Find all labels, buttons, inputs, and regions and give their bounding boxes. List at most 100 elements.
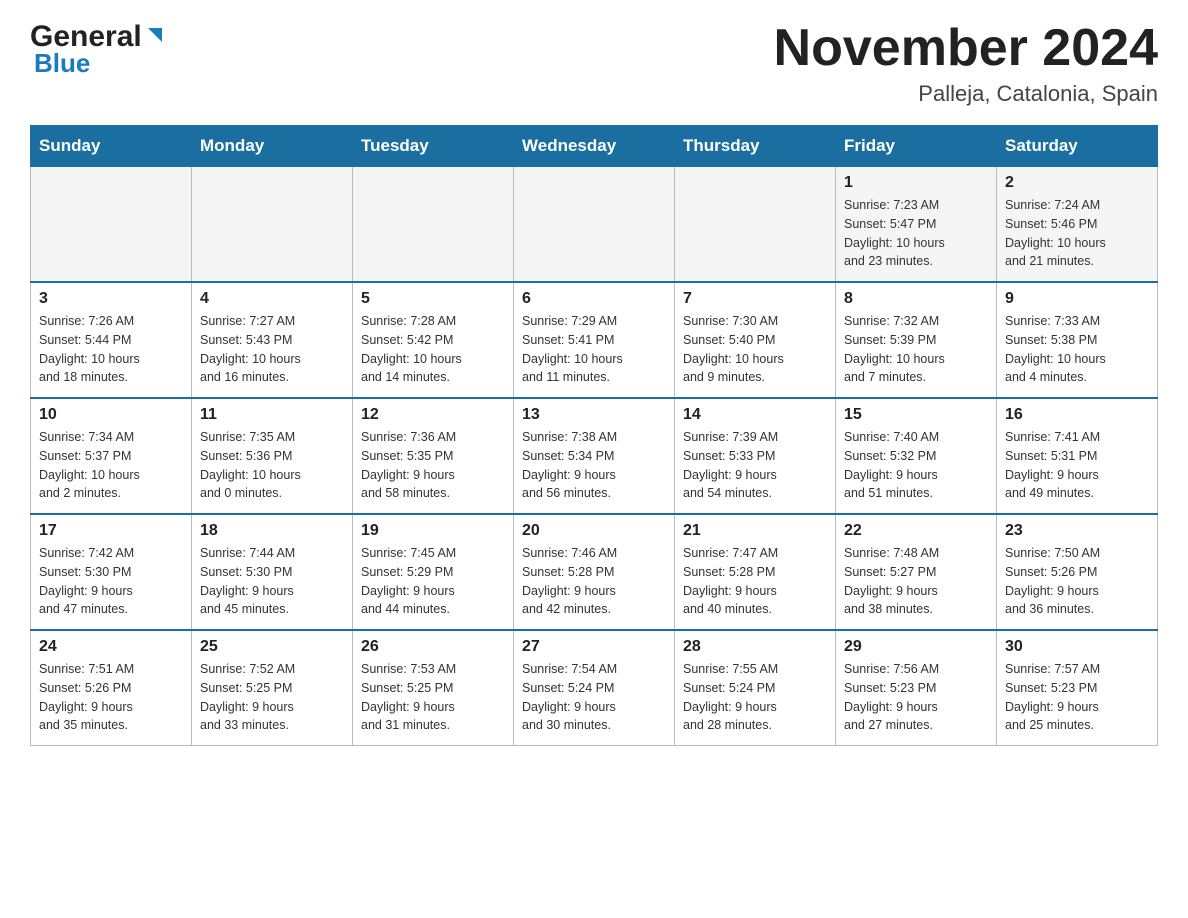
weekday-header-thursday: Thursday xyxy=(675,126,836,167)
day-number: 9 xyxy=(1005,290,1149,308)
day-number: 2 xyxy=(1005,174,1149,192)
page-header: General Blue November 2024 Palleja, Cata… xyxy=(30,20,1158,107)
calendar-cell: 20 Sunrise: 7:46 AM Sunset: 5:28 PM Dayli… xyxy=(514,514,675,630)
calendar-cell: 11Sunrise: 7:35 AM Sunset: 5:36 PM Dayli… xyxy=(192,398,353,514)
day-number: 3 xyxy=(39,290,183,308)
day-number: 11 xyxy=(200,406,344,424)
day-number: 5 xyxy=(361,290,505,308)
day-info: Sunrise: 7:45 AM Sunset: 5:29 PM Dayligh… xyxy=(361,544,505,619)
day-info: Sunrise: 7:23 AM Sunset: 5:47 PM Dayligh… xyxy=(844,196,988,271)
title-area: November 2024 Palleja, Catalonia, Spain xyxy=(774,20,1158,107)
day-number: 17 xyxy=(39,522,183,540)
day-number: 8 xyxy=(844,290,988,308)
day-number: 30 xyxy=(1005,638,1149,656)
calendar-cell: 21 Sunrise: 7:47 AM Sunset: 5:28 PM Dayli… xyxy=(675,514,836,630)
day-info: Sunrise: 7:47 AM Sunset: 5:28 PM Dayligh… xyxy=(683,544,827,619)
day-number: 7 xyxy=(683,290,827,308)
weekday-header-monday: Monday xyxy=(192,126,353,167)
day-number: 28 xyxy=(683,638,827,656)
calendar-cell: 3 Sunrise: 7:26 AM Sunset: 5:44 PM Daylig… xyxy=(31,282,192,398)
calendar-cell: 10 Sunrise: 7:34 AM Sunset: 5:37 PM Dayli… xyxy=(31,398,192,514)
day-info: Sunrise: 7:24 AM Sunset: 5:46 PM Dayligh… xyxy=(1005,196,1149,271)
location-title: Palleja, Catalonia, Spain xyxy=(774,81,1158,107)
day-info: Sunrise: 7:48 AM Sunset: 5:27 PM Dayligh… xyxy=(844,544,988,619)
day-number: 21 xyxy=(683,522,827,540)
day-info: Sunrise: 7:57 AM Sunset: 5:23 PM Dayligh… xyxy=(1005,660,1149,735)
calendar-cell: 24Sunrise: 7:51 AM Sunset: 5:26 PM Dayli… xyxy=(31,630,192,746)
day-info: Sunrise: 7:33 AM Sunset: 5:38 PM Dayligh… xyxy=(1005,312,1149,387)
calendar-cell: 15 Sunrise: 7:40 AM Sunset: 5:32 PM Dayli… xyxy=(836,398,997,514)
day-info: Sunrise: 7:27 AM Sunset: 5:43 PM Dayligh… xyxy=(200,312,344,387)
logo-triangle-icon xyxy=(144,24,166,46)
calendar-week-row: 3 Sunrise: 7:26 AM Sunset: 5:44 PM Daylig… xyxy=(31,282,1158,398)
day-number: 15 xyxy=(844,406,988,424)
day-number: 6 xyxy=(522,290,666,308)
day-number: 1 xyxy=(844,174,988,192)
calendar-cell: 22 Sunrise: 7:48 AM Sunset: 5:27 PM Dayli… xyxy=(836,514,997,630)
day-info: Sunrise: 7:40 AM Sunset: 5:32 PM Dayligh… xyxy=(844,428,988,503)
day-info: Sunrise: 7:36 AM Sunset: 5:35 PM Dayligh… xyxy=(361,428,505,503)
calendar-cell xyxy=(514,167,675,283)
logo: General Blue xyxy=(30,20,166,79)
calendar-cell xyxy=(31,167,192,283)
weekday-header-tuesday: Tuesday xyxy=(353,126,514,167)
day-number: 14 xyxy=(683,406,827,424)
calendar-cell: 18 Sunrise: 7:44 AM Sunset: 5:30 PM Dayli… xyxy=(192,514,353,630)
day-info: Sunrise: 7:39 AM Sunset: 5:33 PM Dayligh… xyxy=(683,428,827,503)
calendar-cell: 13Sunrise: 7:38 AM Sunset: 5:34 PM Dayli… xyxy=(514,398,675,514)
calendar-cell: 17 Sunrise: 7:42 AM Sunset: 5:30 PM Dayli… xyxy=(31,514,192,630)
weekday-header-saturday: Saturday xyxy=(997,126,1158,167)
weekday-header-friday: Friday xyxy=(836,126,997,167)
calendar-cell: 5 Sunrise: 7:28 AM Sunset: 5:42 PM Daylig… xyxy=(353,282,514,398)
day-number: 20 xyxy=(522,522,666,540)
day-number: 22 xyxy=(844,522,988,540)
day-number: 23 xyxy=(1005,522,1149,540)
calendar-cell: 23 Sunrise: 7:50 AM Sunset: 5:26 PM Dayli… xyxy=(997,514,1158,630)
calendar-cell: 19 Sunrise: 7:45 AM Sunset: 5:29 PM Dayli… xyxy=(353,514,514,630)
day-info: Sunrise: 7:56 AM Sunset: 5:23 PM Dayligh… xyxy=(844,660,988,735)
day-info: Sunrise: 7:34 AM Sunset: 5:37 PM Dayligh… xyxy=(39,428,183,503)
calendar-cell: 12 Sunrise: 7:36 AM Sunset: 5:35 PM Dayli… xyxy=(353,398,514,514)
month-title: November 2024 xyxy=(774,20,1158,77)
day-number: 4 xyxy=(200,290,344,308)
calendar-cell: 9 Sunrise: 7:33 AM Sunset: 5:38 PM Daylig… xyxy=(997,282,1158,398)
calendar-week-row: 24Sunrise: 7:51 AM Sunset: 5:26 PM Dayli… xyxy=(31,630,1158,746)
day-number: 10 xyxy=(39,406,183,424)
day-info: Sunrise: 7:50 AM Sunset: 5:26 PM Dayligh… xyxy=(1005,544,1149,619)
calendar-cell: 30 Sunrise: 7:57 AM Sunset: 5:23 PM Dayli… xyxy=(997,630,1158,746)
calendar-cell xyxy=(353,167,514,283)
weekday-header-row: SundayMondayTuesdayWednesdayThursdayFrid… xyxy=(31,126,1158,167)
calendar-cell: 29 Sunrise: 7:56 AM Sunset: 5:23 PM Dayli… xyxy=(836,630,997,746)
day-info: Sunrise: 7:38 AM Sunset: 5:34 PM Dayligh… xyxy=(522,428,666,503)
day-number: 12 xyxy=(361,406,505,424)
day-info: Sunrise: 7:32 AM Sunset: 5:39 PM Dayligh… xyxy=(844,312,988,387)
calendar-cell: 27Sunrise: 7:54 AM Sunset: 5:24 PM Dayli… xyxy=(514,630,675,746)
day-info: Sunrise: 7:30 AM Sunset: 5:40 PM Dayligh… xyxy=(683,312,827,387)
day-info: Sunrise: 7:46 AM Sunset: 5:28 PM Dayligh… xyxy=(522,544,666,619)
calendar-cell: 26 Sunrise: 7:53 AM Sunset: 5:25 PM Dayli… xyxy=(353,630,514,746)
logo-blue: Blue xyxy=(34,48,90,78)
day-number: 19 xyxy=(361,522,505,540)
calendar-cell: 7 Sunrise: 7:30 AM Sunset: 5:40 PM Daylig… xyxy=(675,282,836,398)
day-info: Sunrise: 7:29 AM Sunset: 5:41 PM Dayligh… xyxy=(522,312,666,387)
calendar-cell: 16Sunrise: 7:41 AM Sunset: 5:31 PM Dayli… xyxy=(997,398,1158,514)
day-number: 26 xyxy=(361,638,505,656)
calendar-cell: 14 Sunrise: 7:39 AM Sunset: 5:33 PM Dayli… xyxy=(675,398,836,514)
calendar-cell: 8 Sunrise: 7:32 AM Sunset: 5:39 PM Daylig… xyxy=(836,282,997,398)
day-info: Sunrise: 7:44 AM Sunset: 5:30 PM Dayligh… xyxy=(200,544,344,619)
day-info: Sunrise: 7:53 AM Sunset: 5:25 PM Dayligh… xyxy=(361,660,505,735)
day-number: 27 xyxy=(522,638,666,656)
day-info: Sunrise: 7:42 AM Sunset: 5:30 PM Dayligh… xyxy=(39,544,183,619)
day-number: 25 xyxy=(200,638,344,656)
weekday-header-sunday: Sunday xyxy=(31,126,192,167)
calendar-week-row: 17 Sunrise: 7:42 AM Sunset: 5:30 PM Dayli… xyxy=(31,514,1158,630)
calendar-cell: 25Sunrise: 7:52 AM Sunset: 5:25 PM Dayli… xyxy=(192,630,353,746)
day-number: 18 xyxy=(200,522,344,540)
day-number: 29 xyxy=(844,638,988,656)
day-info: Sunrise: 7:26 AM Sunset: 5:44 PM Dayligh… xyxy=(39,312,183,387)
day-info: Sunrise: 7:55 AM Sunset: 5:24 PM Dayligh… xyxy=(683,660,827,735)
calendar-cell: 6 Sunrise: 7:29 AM Sunset: 5:41 PM Daylig… xyxy=(514,282,675,398)
weekday-header-wednesday: Wednesday xyxy=(514,126,675,167)
day-info: Sunrise: 7:28 AM Sunset: 5:42 PM Dayligh… xyxy=(361,312,505,387)
calendar-table: SundayMondayTuesdayWednesdayThursdayFrid… xyxy=(30,125,1158,746)
